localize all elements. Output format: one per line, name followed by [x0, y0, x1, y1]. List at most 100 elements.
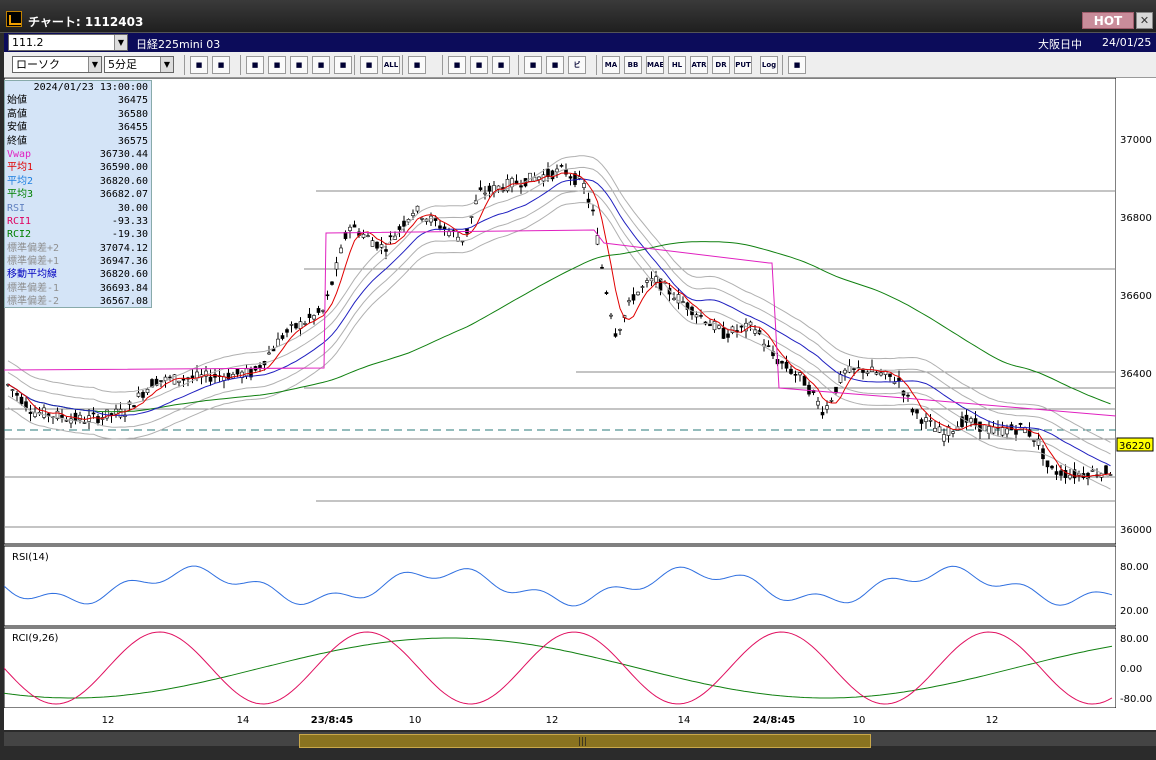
close-button[interactable]: ✕: [1136, 12, 1153, 29]
pointer-icon[interactable]: ■: [246, 56, 264, 74]
candle-body: [379, 244, 384, 248]
info-row: Vwap 36730.44: [5, 148, 151, 161]
tool-ma-button[interactable]: MA: [602, 56, 620, 74]
interval-select[interactable]: 5分足 ▼: [104, 56, 174, 73]
info-row: RSI 30.00: [5, 202, 151, 215]
candle-body: [586, 198, 591, 203]
candle-icon[interactable]: ■: [334, 56, 352, 74]
tool-dr-button[interactable]: DR: [712, 56, 730, 74]
info-value: 36590.00: [99, 162, 148, 174]
candle-body: [1104, 465, 1108, 475]
time-tick-label: 12: [986, 715, 999, 726]
candle-body: [519, 185, 523, 188]
candle-body: [766, 345, 771, 347]
chevron-down-icon[interactable]: ▼: [88, 57, 101, 72]
candle-body: [1005, 428, 1009, 435]
candle-body: [375, 241, 379, 249]
candle-body: [280, 335, 285, 339]
chevron-down-icon[interactable]: ▼: [160, 57, 173, 72]
chart-type-select[interactable]: ローソク ▼: [12, 56, 102, 73]
arrow-icon[interactable]: ■: [448, 56, 466, 74]
interval-value: 5分足: [108, 58, 137, 71]
tool-atr-button[interactable]: ATR: [690, 56, 708, 74]
tool-bb-button[interactable]: BB: [624, 56, 642, 74]
candle-body: [285, 329, 289, 333]
wrench-icon[interactable]: ■: [524, 56, 542, 74]
candle-body: [303, 323, 307, 325]
candle-body: [712, 321, 717, 331]
export-icon[interactable]: ■: [788, 56, 806, 74]
candle-body: [316, 308, 321, 313]
tool-hl-button[interactable]: HL: [668, 56, 686, 74]
chevron-down-icon[interactable]: ▼: [114, 35, 127, 50]
candle-body: [789, 368, 793, 374]
time-axis-bg: [4, 708, 1156, 730]
box-icon[interactable]: ■: [268, 56, 286, 74]
pen-icon[interactable]: ■: [408, 56, 426, 74]
candle-body: [1018, 423, 1023, 425]
candle2-icon[interactable]: ■: [360, 56, 378, 74]
candle-body: [555, 168, 559, 173]
time-tick-label: 24/8:45: [753, 715, 795, 726]
candle-body: [681, 301, 685, 303]
toolbar: ローソク ▼ 5分足 ▼ ■ ■ ■ ■ ■ ■ ■ ■ ALL ■ ■ ■ ■ ■ ■ ビ MA BB MAE HL…: [4, 52, 1156, 78]
scrollbar-thumb[interactable]: |||: [299, 734, 871, 748]
candle-body: [258, 365, 262, 369]
candle-body: [847, 366, 852, 373]
rsi-panel: [3, 545, 1117, 627]
toolbar-separator: [782, 55, 783, 75]
candle-body: [334, 262, 339, 270]
candle-body: [244, 368, 249, 377]
candle-body: [631, 294, 636, 301]
market-session: 大阪日中: [1038, 38, 1082, 51]
info-label: RSI: [7, 202, 26, 214]
info-value: 36567.08: [99, 296, 148, 308]
info-row: 標準偏差-2 36567.08: [5, 295, 151, 308]
candle-body: [370, 240, 375, 247]
rsi-label-80: 80.00: [1120, 562, 1149, 573]
info-label: RCI1: [7, 215, 32, 227]
rci-label-neg80: -80.00: [1120, 694, 1152, 705]
candle-body: [865, 371, 870, 374]
title-bar[interactable]: チャート: 1112403 HOT ✕: [0, 0, 1156, 33]
tool-all-button[interactable]: ALL: [382, 56, 400, 74]
info-label: 標準偏差-1: [7, 282, 60, 294]
toolbar-separator: [596, 55, 597, 75]
symbol-bar: 111.2 ▼ 日経225mini 03 大阪日中 24/01/25: [4, 33, 1156, 52]
undo-icon[interactable]: ■: [470, 56, 488, 74]
candle-body: [604, 292, 609, 294]
candle-body: [834, 386, 838, 394]
candle-body: [906, 394, 910, 397]
candle-body: [339, 247, 343, 254]
grid-icon[interactable]: ■: [212, 56, 230, 74]
candle-body: [289, 324, 294, 326]
cross-icon[interactable]: ■: [290, 56, 308, 74]
tool-ビ-button[interactable]: ビ: [568, 56, 586, 74]
candle-body: [924, 417, 928, 422]
palette-icon[interactable]: ■: [546, 56, 564, 74]
tool-mae-button[interactable]: MAE: [646, 56, 664, 74]
info-row: 標準偏差-1 36693.84: [5, 282, 151, 295]
candle-body: [910, 409, 915, 413]
candle-body: [60, 414, 64, 418]
chart-area[interactable]: 37000 36800 36600 36400 36000 36220 RSI(14) 80.…: [3, 77, 1156, 730]
zoom-icon[interactable]: ■: [190, 56, 208, 74]
app-logo-icon: [6, 11, 22, 27]
horizontal-scrollbar[interactable]: |||: [4, 732, 1156, 748]
info-label: 標準偏差-2: [7, 296, 60, 308]
candle-body: [19, 396, 24, 405]
candle-body: [96, 416, 100, 423]
hot-button[interactable]: HOT: [1082, 12, 1134, 29]
candle-body: [141, 392, 145, 398]
candle-body: [978, 421, 982, 432]
gear-icon[interactable]: ■: [492, 56, 510, 74]
symbol-select[interactable]: 111.2 ▼: [8, 34, 128, 51]
info-row: RCI1 -93.33: [5, 215, 151, 228]
info-value: 36820.60: [99, 175, 148, 187]
candle-body: [469, 216, 474, 218]
tool-put-button[interactable]: PUT: [734, 56, 752, 74]
lock-icon[interactable]: ■: [312, 56, 330, 74]
candle-body: [177, 380, 181, 383]
tool-log-button[interactable]: Log: [760, 56, 778, 74]
price-chart-svg[interactable]: 37000 36800 36600 36400 36000 36220 RSI(14) 80.…: [3, 77, 1156, 730]
